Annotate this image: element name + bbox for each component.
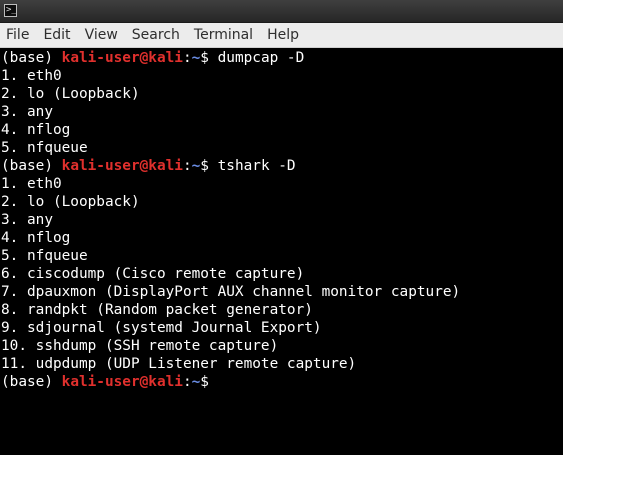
output-line: 5. nfqueue <box>1 140 88 156</box>
output-line: 1. eth0 <box>1 176 62 192</box>
menu-search[interactable]: Search <box>125 23 187 47</box>
output-line: 2. lo (Loopback) <box>1 86 140 102</box>
prompt-env: (base) <box>1 158 62 174</box>
output-line: 11. udpdump (UDP Listener remote capture… <box>1 356 357 372</box>
prompt-user-host: kali-user@kali <box>61 158 183 174</box>
output-line: 6. ciscodump (Cisco remote capture) <box>1 266 305 282</box>
output-line: 3. any <box>1 104 53 120</box>
menu-view[interactable]: View <box>78 23 125 47</box>
terminal-icon: >_ <box>4 4 17 17</box>
menu-bar: File Edit View Search Terminal Help <box>0 23 563 48</box>
output-line: 8. randpkt (Random packet generator) <box>1 302 313 318</box>
prompt-line: (base) kali-user@kali:~$ dumpcap -D <box>0 49 563 67</box>
terminal-window: >_ File Edit View Search Terminal Help (… <box>0 0 563 455</box>
prompt-colon: : <box>182 158 192 174</box>
menu-terminal[interactable]: Terminal <box>187 23 260 47</box>
menu-edit[interactable]: Edit <box>36 23 77 47</box>
output-line: 4. nflog <box>1 122 71 138</box>
output-line: 4. nflog <box>1 230 71 246</box>
menu-help[interactable]: Help <box>260 23 306 47</box>
output-line: 7. dpauxmon (DisplayPort AUX channel mon… <box>1 284 461 300</box>
prompt-colon: : <box>182 374 192 390</box>
output-line: 2. lo (Loopback) <box>1 194 140 210</box>
prompt-symbol: $ <box>200 50 218 66</box>
output-line: 9. sdjournal (systemd Journal Export) <box>1 320 322 336</box>
command-text: dumpcap -D <box>217 50 305 66</box>
output-line: 3. any <box>1 212 53 228</box>
title-bar[interactable]: >_ <box>0 0 563 23</box>
prompt-path: ~ <box>191 158 201 174</box>
prompt-user-host: kali-user@kali <box>61 374 183 390</box>
prompt-symbol: $ <box>200 374 218 390</box>
cursor <box>218 373 227 390</box>
prompt-line: (base) kali-user@kali:~$ <box>0 373 563 391</box>
prompt-path: ~ <box>191 374 201 390</box>
command-text: tshark -D <box>217 158 296 174</box>
terminal-output[interactable]: (base) kali-user@kali:~$ dumpcap -D 1. et… <box>0 49 563 455</box>
prompt-user-host: kali-user@kali <box>61 50 183 66</box>
output-line: 1. eth0 <box>1 68 62 84</box>
output-line: 5. nfqueue <box>1 248 88 264</box>
prompt-env: (base) <box>1 374 62 390</box>
prompt-line: (base) kali-user@kali:~$ tshark -D <box>0 157 563 175</box>
prompt-env: (base) <box>1 50 62 66</box>
output-line: 10. sshdump (SSH remote capture) <box>1 338 279 354</box>
prompt-path: ~ <box>191 50 201 66</box>
prompt-colon: : <box>182 50 192 66</box>
prompt-symbol: $ <box>200 158 218 174</box>
menu-file[interactable]: File <box>0 23 36 47</box>
